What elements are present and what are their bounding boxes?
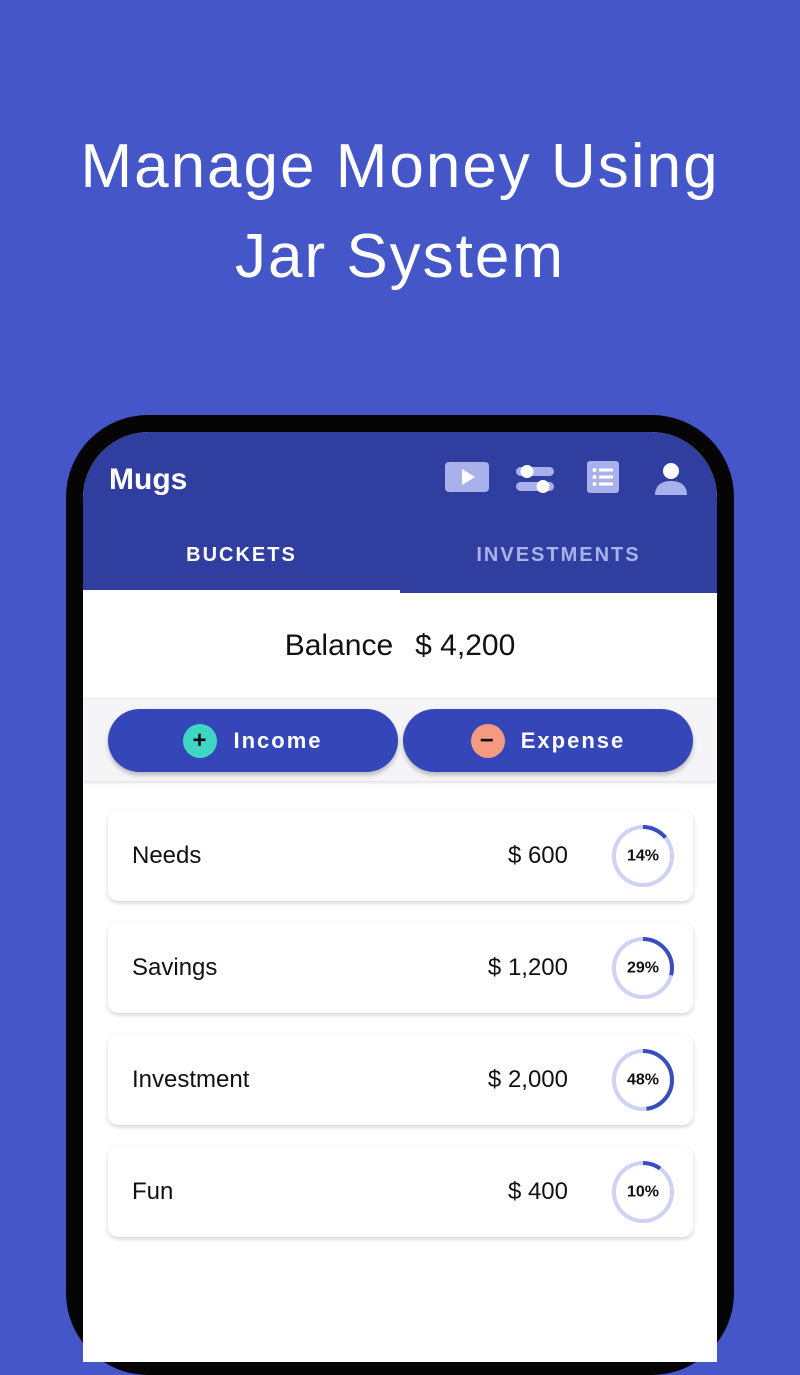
bucket-card-investment[interactable]: Investment $ 2,000 48%	[108, 1034, 693, 1125]
person-icon[interactable]	[654, 461, 688, 495]
phone-screen: Mugs BUCKETS INVESTMENTS Balance $ 4,200…	[83, 432, 717, 1362]
bucket-card-savings[interactable]: Savings $ 1,200 29%	[108, 922, 693, 1013]
toggle-icon[interactable]	[516, 463, 554, 495]
progress-ring: 14%	[612, 825, 674, 887]
bucket-card-needs[interactable]: Needs $ 600 14%	[108, 810, 693, 901]
bucket-amount: $ 1,200	[487, 954, 568, 981]
list-icon[interactable]	[587, 461, 619, 493]
balance-value: $ 4,200	[415, 629, 516, 662]
bucket-name: Needs	[132, 842, 202, 869]
headline-line-1: Manage Money Using	[80, 132, 720, 201]
progress-ring: 48%	[612, 1049, 674, 1111]
video-icon[interactable]	[445, 462, 489, 492]
balance-row: Balance $ 4,200	[83, 593, 717, 698]
phone-frame: Mugs BUCKETS INVESTMENTS Balance $ 4,200…	[66, 415, 734, 1375]
bucket-card-fun[interactable]: Fun $ 400 10%	[108, 1146, 693, 1237]
bucket-amount: $ 400	[507, 1178, 568, 1205]
app-title: Mugs	[109, 463, 188, 496]
expense-label: Expense	[520, 727, 626, 753]
bucket-name: Savings	[132, 954, 218, 981]
expense-button[interactable]: − Expense	[403, 709, 693, 772]
progress-ring: 29%	[612, 937, 674, 999]
bucket-amount: $ 600	[507, 842, 568, 869]
bucket-percent: 48%	[627, 1072, 659, 1089]
progress-ring: 10%	[612, 1161, 674, 1223]
bucket-percent: 14%	[627, 848, 659, 865]
bucket-name: Investment	[132, 1066, 250, 1093]
tab-investments[interactable]: INVESTMENTS	[400, 540, 717, 570]
bucket-percent: 29%	[627, 960, 659, 977]
plus-icon: +	[183, 723, 218, 758]
tab-buckets[interactable]: BUCKETS	[83, 540, 400, 570]
actions-bar: + Income − Expense	[83, 698, 717, 781]
income-label: Income	[233, 727, 323, 753]
minus-icon: −	[470, 723, 505, 758]
app-bar: Mugs BUCKETS INVESTMENTS	[83, 432, 717, 593]
bucket-percent: 10%	[627, 1184, 659, 1201]
headline: Manage Money Using Jar System	[0, 122, 800, 302]
headline-line-2: Jar System	[234, 222, 566, 291]
balance-label: Balance	[284, 629, 394, 662]
income-button[interactable]: + Income	[108, 709, 398, 772]
bucket-name: Fun	[132, 1178, 174, 1205]
bucket-amount: $ 2,000	[487, 1066, 568, 1093]
